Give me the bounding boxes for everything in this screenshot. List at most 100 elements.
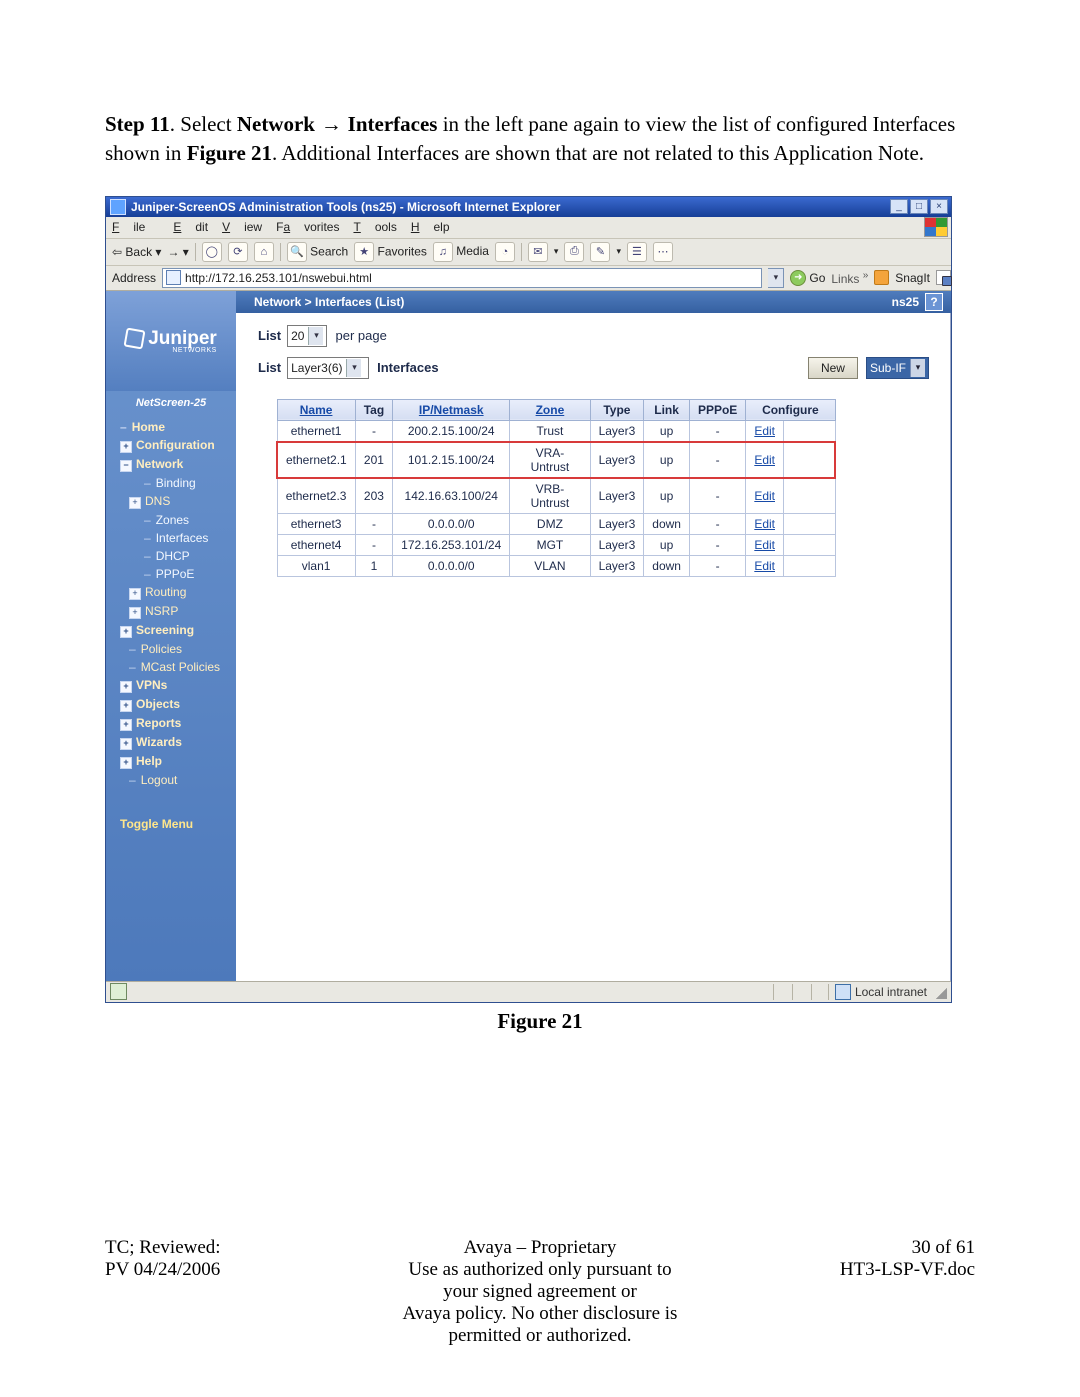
- sidebar-item-label: NSRP: [145, 604, 178, 618]
- list-filter-row: List Layer3(6) ▾ Interfaces New Sub-IF ▾: [236, 351, 951, 383]
- favorites-button[interactable]: ★ Favorites: [354, 242, 427, 262]
- security-zone-label: Local intranet: [855, 985, 927, 999]
- misc-icon[interactable]: ⋯: [653, 242, 673, 262]
- resize-grip-icon[interactable]: [933, 985, 947, 999]
- discuss-icon[interactable]: ☰: [627, 242, 647, 262]
- sidebar-item[interactable]: Home: [106, 418, 236, 436]
- table-row: ethernet2.3203142.16.63.100/24VRB-Untrus…: [277, 478, 835, 514]
- table-cell: Trust: [510, 420, 590, 442]
- stop-icon[interactable]: ◯: [202, 242, 222, 262]
- plus-icon[interactable]: +: [120, 738, 132, 750]
- search-button[interactable]: 🔍 Search: [287, 242, 348, 262]
- col-configure: Configure: [746, 399, 835, 420]
- table-cell: ethernet1: [277, 420, 355, 442]
- print-icon[interactable]: ⎙: [564, 242, 584, 262]
- edit-link[interactable]: Edit: [754, 424, 775, 438]
- sidebar-item-label: Home: [132, 420, 165, 434]
- sidebar-item[interactable]: +Screening: [106, 621, 236, 640]
- media-button[interactable]: ♫ Media: [433, 242, 489, 262]
- intranet-icon: [835, 984, 851, 1000]
- per-page-select[interactable]: 20 ▾: [287, 325, 327, 347]
- back-button[interactable]: ⇦ Back ▾: [112, 245, 161, 259]
- sidebar-item[interactable]: +Reports: [106, 714, 236, 733]
- home-icon[interactable]: ⌂: [254, 242, 274, 262]
- sort-zone[interactable]: Zone: [536, 403, 565, 417]
- edit-link[interactable]: Edit: [754, 517, 775, 531]
- sidebar-item[interactable]: +Help: [106, 752, 236, 771]
- sidebar-item[interactable]: +Configuration: [106, 436, 236, 455]
- plus-icon[interactable]: +: [120, 700, 132, 712]
- snagit-edit-icon[interactable]: [936, 270, 951, 285]
- plus-icon[interactable]: +: [120, 626, 132, 638]
- mail-icon[interactable]: ✉: [528, 242, 548, 262]
- go-button[interactable]: ➜ Go: [790, 270, 825, 286]
- menu-help[interactable]: Help: [411, 220, 450, 234]
- plus-icon[interactable]: +: [120, 757, 132, 769]
- media-icon: ♫: [433, 242, 453, 262]
- plus-icon[interactable]: +: [120, 681, 132, 693]
- snagit-label[interactable]: SnagIt: [895, 271, 930, 285]
- sidebar-item[interactable]: DHCP: [106, 547, 236, 565]
- address-dropdown-icon[interactable]: ▾: [768, 268, 784, 288]
- layer-filter-select[interactable]: Layer3(6) ▾: [287, 357, 369, 379]
- sidebar-item-label: Policies: [141, 642, 182, 656]
- plus-icon[interactable]: +: [129, 607, 141, 619]
- refresh-icon[interactable]: ⟳: [228, 242, 248, 262]
- sidebar-item-label: MCast Policies: [141, 660, 220, 674]
- plus-icon[interactable]: +: [129, 497, 141, 509]
- maximize-button[interactable]: □: [910, 199, 928, 214]
- sort-name[interactable]: Name: [300, 403, 333, 417]
- menu-favorites[interactable]: Favorites: [276, 220, 339, 234]
- edit-dropdown-icon[interactable]: ▾: [616, 246, 621, 257]
- edit-link[interactable]: Edit: [754, 453, 775, 467]
- forward-button[interactable]: → ▾: [167, 245, 188, 259]
- sidebar-item[interactable]: +Objects: [106, 695, 236, 714]
- close-button[interactable]: ×: [930, 199, 948, 214]
- edit-link[interactable]: Edit: [754, 538, 775, 552]
- sidebar-item[interactable]: Binding: [106, 474, 236, 492]
- sidebar-item[interactable]: +Routing: [106, 583, 236, 602]
- sidebar-item-label: Zones: [156, 513, 189, 527]
- interfaces-table-wrap: Name Tag IP/Netmask Zone Type Link PPPoE…: [236, 383, 951, 577]
- table-cell: VRB-Untrust: [510, 478, 590, 514]
- new-type-select[interactable]: Sub-IF ▾: [866, 357, 929, 379]
- menu-tools[interactable]: Tools: [353, 220, 396, 234]
- edit-icon[interactable]: ✎: [590, 242, 610, 262]
- plus-icon[interactable]: +: [129, 588, 141, 600]
- sidebar-item[interactable]: Zones: [106, 511, 236, 529]
- sidebar-item[interactable]: +DNS: [106, 492, 236, 511]
- table-cell: down: [644, 555, 690, 576]
- configure-spare-cell: [784, 555, 836, 576]
- sidebar-item[interactable]: Interfaces: [106, 529, 236, 547]
- separator-icon: [521, 243, 522, 261]
- minimize-button[interactable]: _: [890, 199, 908, 214]
- mail-dropdown-icon[interactable]: ▾: [554, 246, 559, 257]
- edit-link[interactable]: Edit: [754, 559, 775, 573]
- menu-edit[interactable]: Edit: [173, 220, 208, 234]
- sidebar-item[interactable]: +Wizards: [106, 733, 236, 752]
- plus-icon[interactable]: +: [120, 441, 132, 453]
- address-input[interactable]: http://172.16.253.101/nswebui.html: [162, 268, 762, 288]
- toggle-menu-link[interactable]: Toggle Menu: [106, 789, 236, 839]
- help-icon[interactable]: ?: [925, 293, 943, 311]
- edit-link[interactable]: Edit: [754, 489, 775, 503]
- sort-ip[interactable]: IP/Netmask: [419, 403, 484, 417]
- sidebar-item[interactable]: Policies: [106, 640, 236, 658]
- menu-file[interactable]: File: [112, 220, 159, 234]
- plus-icon[interactable]: +: [120, 719, 132, 731]
- sidebar-item[interactable]: PPPoE: [106, 565, 236, 583]
- sidebar-item[interactable]: +VPNs: [106, 676, 236, 695]
- sidebar-item[interactable]: Logout: [106, 771, 236, 789]
- snagit-icon: [874, 270, 889, 285]
- new-button[interactable]: New: [808, 357, 858, 379]
- menu-view[interactable]: View: [222, 220, 262, 234]
- history-icon[interactable]: ◔: [495, 242, 515, 262]
- sidebar-item[interactable]: + NSRP: [106, 602, 236, 621]
- minus-icon[interactable]: −: [120, 460, 132, 472]
- links-label[interactable]: Links »: [831, 270, 868, 286]
- sidebar-item[interactable]: MCast Policies: [106, 658, 236, 676]
- footer-right: 30 of 61 HT3-LSP-VF.doc: [688, 1237, 975, 1347]
- footer-center: Avaya – Proprietary Use as authorized on…: [396, 1237, 683, 1347]
- juniper-logo: Juniper NETWORKS: [125, 328, 217, 354]
- sidebar-item[interactable]: −Network: [106, 455, 236, 474]
